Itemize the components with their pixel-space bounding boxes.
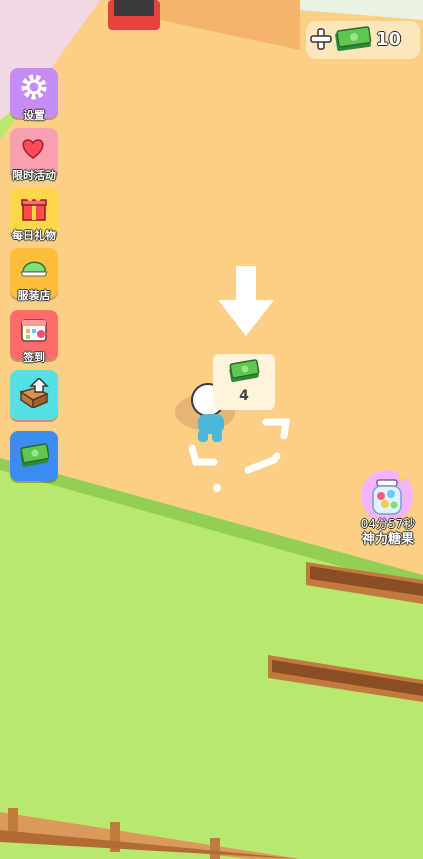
unlock-cost-bubble: 4 [213, 354, 275, 410]
game-world [0, 0, 423, 859]
limited-event-label: 限时活动 [12, 169, 56, 182]
clothing-shop-button[interactable]: 服装店 [10, 248, 58, 302]
currency-amount: 10 [376, 29, 402, 50]
unlock-cost-value: 4 [239, 388, 249, 404]
box-upgrade-icon [19, 378, 49, 408]
settings-label: 设置 [23, 109, 45, 122]
calendar-icon [21, 319, 47, 342]
cash-icon [229, 359, 260, 383]
gift-icon [21, 195, 47, 221]
sign-in-label: 签到 [23, 351, 45, 364]
fence-bottom [0, 808, 300, 859]
cash-icon [335, 26, 372, 52]
currency-panel: 10 [306, 21, 420, 59]
cash-button[interactable] [10, 431, 58, 481]
waypoint-dot [213, 484, 221, 492]
gear-icon [21, 74, 47, 100]
hearts-icon [22, 139, 44, 159]
cash-icon [20, 443, 49, 467]
plus-icon[interactable] [310, 28, 332, 50]
limited-event-button[interactable]: 限时活动 [10, 128, 58, 182]
upgrade-button[interactable] [10, 370, 58, 420]
cap-icon [20, 261, 48, 277]
power-candy-button[interactable]: 04分57秒 神力糖果 [358, 470, 418, 550]
daily-gift-label: 每日礼物 [12, 229, 56, 242]
settings-button[interactable]: 设置 [10, 68, 58, 122]
sign-in-button[interactable]: 签到 [10, 310, 58, 364]
clothing-shop-label: 服装店 [17, 289, 51, 302]
candy-label: 神力糖果 [361, 532, 414, 547]
fence-lower [268, 655, 423, 702]
daily-gift-button[interactable]: 每日礼物 [10, 188, 58, 242]
